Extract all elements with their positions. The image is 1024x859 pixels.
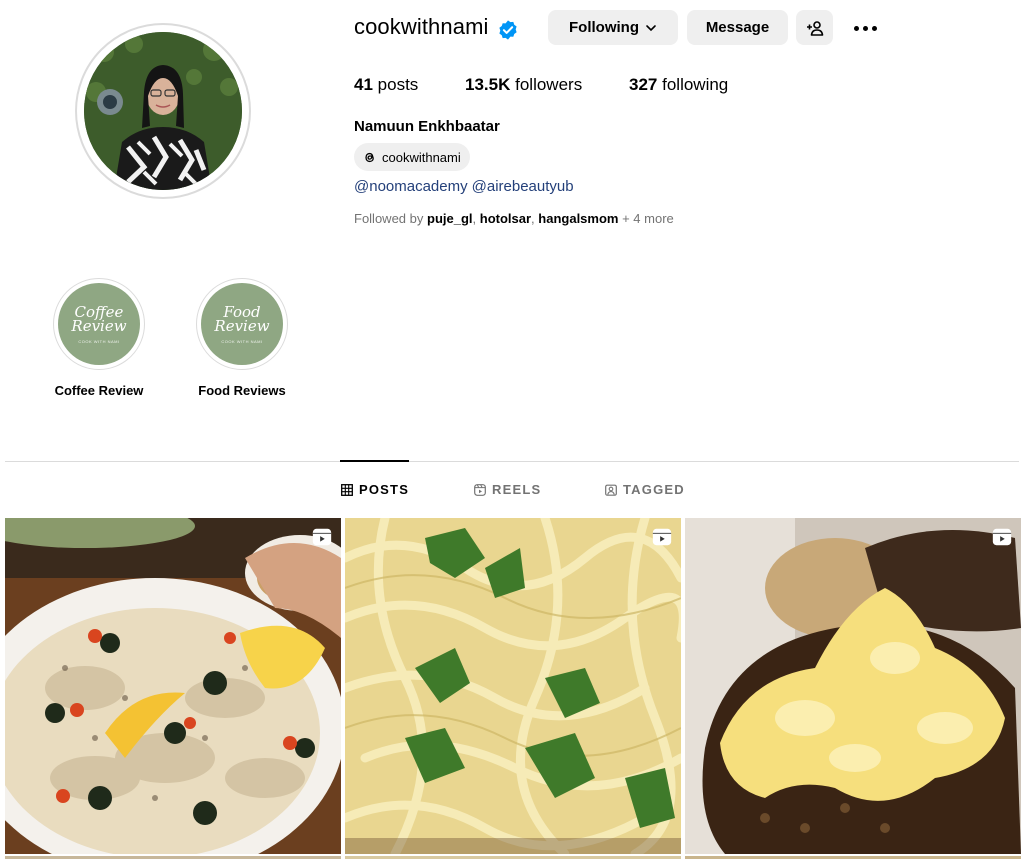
post-thumbnail[interactable] xyxy=(685,518,1021,854)
reel-indicator-icon xyxy=(992,528,1012,546)
more-options-icon[interactable] xyxy=(849,14,881,42)
highlight-cover-title: Food Review xyxy=(214,302,270,335)
verified-badge-icon xyxy=(499,20,517,40)
tab-posts[interactable]: POSTS xyxy=(341,482,409,497)
tab-label: TAGGED xyxy=(623,482,685,497)
following-count[interactable]: 327 following xyxy=(629,75,728,95)
bio-links: @noomacademy @airebeautyub xyxy=(354,178,578,195)
following-button[interactable]: Following xyxy=(548,10,678,45)
highlight-cover-subtitle: COOK WITH NAMI xyxy=(221,338,263,344)
active-tab-indicator xyxy=(340,460,409,462)
story-highlight-coffee-review[interactable]: Coffee Review COOK WITH NAMI Coffee Revi… xyxy=(24,278,174,398)
message-button-label: Message xyxy=(705,19,770,36)
followed-by-user: hangalsmom xyxy=(538,211,619,226)
avatar[interactable] xyxy=(84,32,242,190)
highlight-cover-ring: Coffee Review COOK WITH NAMI xyxy=(53,278,145,370)
followed-by-user: puje_gl xyxy=(427,211,473,226)
followers-count-value: 13.5K xyxy=(465,75,511,94)
avatar-photo xyxy=(84,32,242,190)
following-count-value: 327 xyxy=(629,75,658,94)
posts-count-label: posts xyxy=(377,75,419,94)
post-image-eggs-on-toast xyxy=(685,518,1021,854)
reel-indicator-icon xyxy=(652,528,672,546)
profile-username: cookwithnami xyxy=(354,14,489,39)
add-user-icon xyxy=(806,20,823,36)
tabs-divider xyxy=(5,461,1019,462)
followed-by[interactable]: Followed by puje_gl, hotolsar, hangalsmo… xyxy=(354,211,674,226)
post-thumbnail[interactable] xyxy=(5,518,341,854)
post-image-carpaccio xyxy=(5,518,341,854)
threads-handle: cookwithnami xyxy=(382,149,461,165)
threads-link[interactable]: cookwithnami xyxy=(354,143,470,171)
reel-indicator-icon xyxy=(312,528,332,546)
highlight-cover-title: Coffee Review xyxy=(71,302,127,335)
highlight-label: Food Reviews xyxy=(198,383,286,398)
posts-count-value: 41 xyxy=(354,75,373,94)
following-button-label: Following xyxy=(569,19,639,36)
reels-icon xyxy=(474,483,486,496)
grid-icon xyxy=(341,483,353,496)
tagged-icon xyxy=(605,484,617,496)
threads-icon xyxy=(365,152,374,162)
tab-tagged[interactable]: TAGGED xyxy=(605,482,685,497)
chevron-down-icon xyxy=(646,24,656,31)
profile-full-name: Namuun Enkhbaatar xyxy=(354,118,500,135)
highlight-cover-ring: Food Review COOK WITH NAMI xyxy=(196,278,288,370)
tab-label: REELS xyxy=(492,482,542,497)
profile-avatar-ring[interactable] xyxy=(75,23,251,199)
highlight-label: Coffee Review xyxy=(54,383,144,398)
bio-link-mention[interactable]: @airebeautyub xyxy=(472,178,574,195)
message-button[interactable]: Message xyxy=(687,10,788,45)
bio-link-mention[interactable]: @noomacademy xyxy=(354,178,468,195)
followers-count-label: followers xyxy=(515,75,583,94)
highlight-cover: Food Review COOK WITH NAMI xyxy=(201,283,283,365)
followed-by-more: + 4 more xyxy=(622,211,674,226)
story-highlight-food-reviews[interactable]: Food Review COOK WITH NAMI Food Reviews xyxy=(167,278,317,398)
suggested-users-button[interactable] xyxy=(796,10,833,45)
tab-label: POSTS xyxy=(359,482,410,497)
highlight-cover-subtitle: COOK WITH NAMI xyxy=(78,338,120,344)
followers-count[interactable]: 13.5K followers xyxy=(465,75,582,95)
posts-count: 41 posts xyxy=(354,75,418,95)
post-thumbnail[interactable] xyxy=(345,518,681,854)
followed-by-user: hotolsar xyxy=(479,211,532,226)
following-count-label: following xyxy=(662,75,729,94)
followed-by-prefix: Followed by xyxy=(354,211,424,226)
post-image-pasta xyxy=(345,518,681,854)
tab-reels[interactable]: REELS xyxy=(474,482,541,497)
highlight-cover: Coffee Review COOK WITH NAMI xyxy=(58,283,140,365)
